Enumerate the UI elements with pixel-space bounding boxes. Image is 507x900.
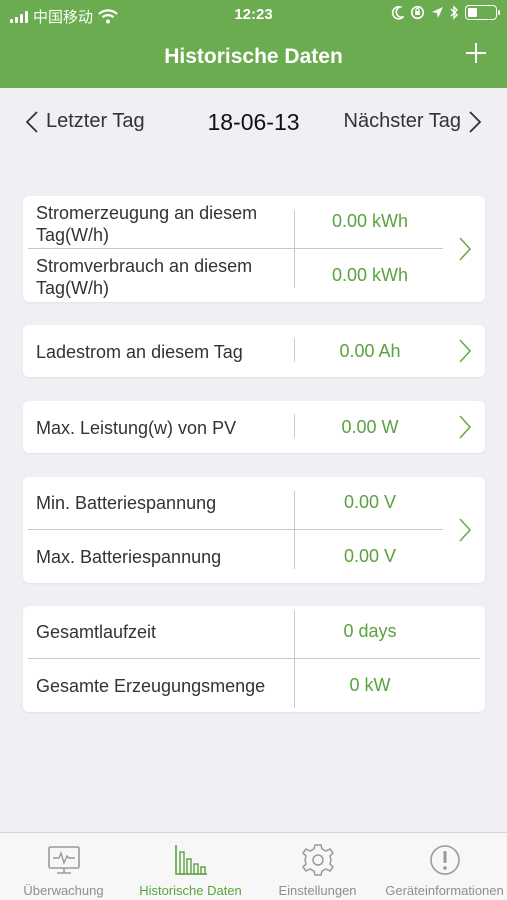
tab-label: Überwachung: [23, 883, 104, 898]
bar-chart-icon: [175, 845, 207, 875]
tab-settings[interactable]: Einstellungen: [254, 833, 381, 900]
charge-current-value: 0.00 Ah: [339, 341, 401, 361]
total-generation-value: 0 kW: [349, 675, 391, 695]
tab-bar: Überwachung Historische Daten Einstellun…: [0, 832, 507, 900]
gear-icon: [302, 844, 334, 876]
status-right: [391, 5, 500, 20]
divider: [28, 529, 443, 530]
info-icon: [430, 845, 460, 875]
totals-card: Gesamtlaufzeit 0 days Gesamte Erzeugungs…: [23, 606, 485, 712]
location-icon: [432, 7, 443, 18]
battery-voltage-card[interactable]: Min. Batteriespannung 0.00 V Max. Batter…: [23, 477, 485, 583]
min-voltage-value: 0.00 V: [343, 492, 397, 512]
app-header: 中国移动 12:23 Historische Daten: [0, 0, 507, 88]
chevron-right-icon: [459, 415, 472, 439]
generation-label: Stromerzeugung an diesem Tag(W/h): [36, 203, 258, 245]
bluetooth-icon: [450, 5, 458, 20]
battery-icon: [465, 5, 500, 20]
runtime-label: Gesamtlaufzeit: [36, 622, 157, 642]
divider: [28, 658, 480, 659]
tab-label: Historische Daten: [139, 883, 242, 898]
pv-power-card[interactable]: Max. Leistung(w) von PV 0.00 W: [23, 401, 485, 453]
date-navigation: Letzter Tag 18-06-13 Nächster Tag: [0, 100, 507, 144]
energy-card[interactable]: Stromerzeugung an diesem Tag(W/h) 0.00 k…: [23, 196, 485, 302]
pv-power-label: Max. Leistung(w) von PV: [36, 418, 237, 438]
divider: [294, 491, 295, 569]
tab-monitoring[interactable]: Überwachung: [0, 833, 127, 900]
tab-device-info[interactable]: Geräteinformationen: [381, 833, 507, 900]
charge-current-card[interactable]: Ladestrom an diesem Tag 0.00 Ah: [23, 325, 485, 377]
charge-current-label: Ladestrom an diesem Tag: [36, 342, 243, 362]
divider: [294, 610, 295, 708]
pv-power-value: 0.00 W: [341, 417, 399, 437]
rotation-lock-icon: [410, 5, 425, 20]
runtime-value: 0 days: [343, 621, 397, 641]
divider: [294, 338, 295, 362]
chevron-right-icon: [459, 339, 472, 363]
monitor-icon: [48, 846, 80, 874]
min-voltage-label: Min. Batteriespannung: [36, 493, 217, 513]
page-title: Historische Daten: [164, 45, 343, 68]
consumption-label: Stromverbrauch an diesem Tag(W/h): [36, 256, 253, 298]
divider: [28, 248, 443, 249]
chevron-right-icon: [469, 110, 481, 133]
tab-label: Geräteinformationen: [385, 883, 504, 898]
max-voltage-value: 0.00 V: [343, 546, 397, 566]
total-generation-label: Gesamte Erzeugungsmenge: [36, 676, 266, 696]
divider: [294, 210, 295, 288]
chevron-right-icon: [459, 518, 472, 542]
divider: [294, 414, 295, 438]
generation-value: 0.00 kWh: [331, 211, 409, 231]
next-day-button[interactable]: Nächster Tag: [344, 110, 481, 133]
moon-icon: [391, 5, 404, 20]
plus-icon[interactable]: [465, 42, 487, 64]
tab-history[interactable]: Historische Daten: [127, 833, 254, 900]
tab-label: Einstellungen: [278, 883, 357, 898]
max-voltage-label: Max. Batteriespannung: [36, 547, 222, 567]
next-day-label: Nächster Tag: [343, 110, 461, 132]
consumption-value: 0.00 kWh: [331, 265, 409, 285]
status-bar: 中国移动 12:23: [0, 0, 507, 30]
chevron-right-icon: [459, 237, 472, 261]
